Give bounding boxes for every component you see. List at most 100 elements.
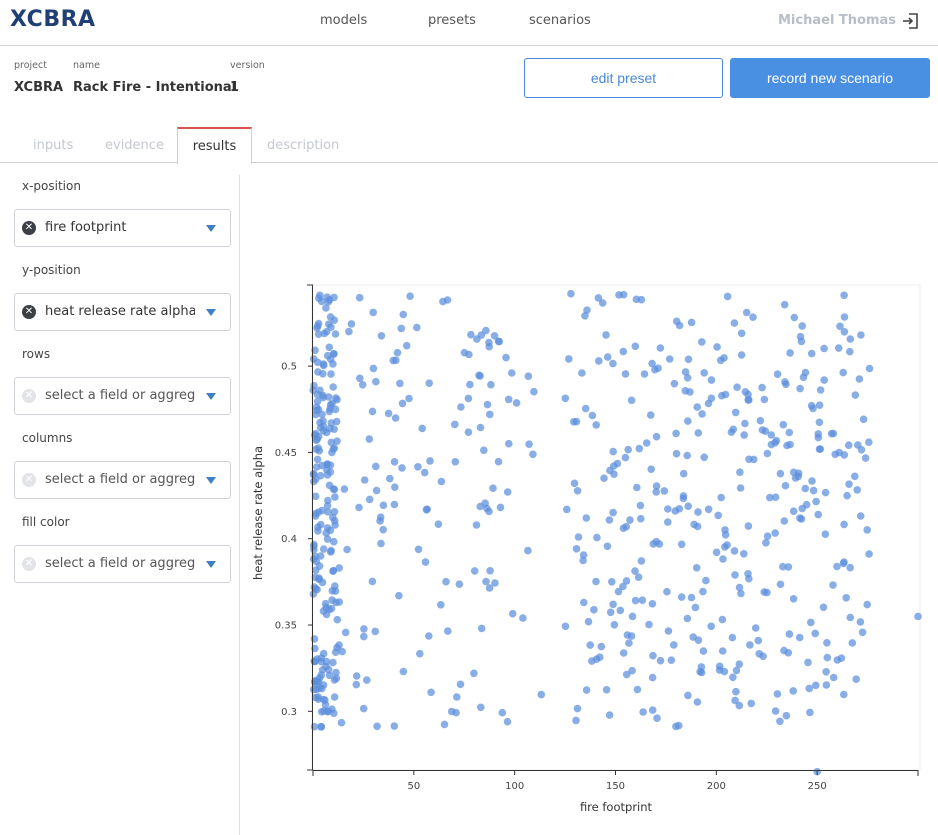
scatter-point — [592, 577, 600, 586]
scatter-point — [741, 388, 750, 396]
logout-icon[interactable] — [901, 11, 921, 31]
scatter-point — [372, 486, 381, 495]
scatter-point — [480, 446, 488, 455]
scatter-point — [329, 485, 338, 493]
clear-icon[interactable]: ✕ — [22, 305, 36, 319]
nav-models[interactable]: models — [320, 13, 367, 28]
y-axis-title: heat release rate alpha — [251, 446, 265, 580]
tab-description[interactable]: description — [267, 138, 339, 153]
scatter-point — [605, 711, 614, 719]
scatter-point — [809, 486, 818, 495]
scatter-point — [603, 353, 612, 361]
scatter-point — [637, 557, 646, 565]
edit-preset-button[interactable]: edit preset — [524, 58, 723, 98]
scatter-point — [779, 420, 788, 429]
rows-select[interactable]: ✕ select a field or aggregate — [14, 377, 231, 415]
scatter-point — [863, 600, 871, 609]
x-position-select[interactable]: ✕ fire footprint — [14, 209, 231, 247]
scatter-point — [405, 394, 413, 403]
record-new-scenario-button[interactable]: record new scenario — [730, 58, 930, 98]
scatter-point — [692, 564, 701, 572]
x-tick-label: 200 — [707, 781, 726, 792]
scatter-point — [652, 482, 661, 490]
scatter-point — [372, 462, 380, 471]
scatter-point — [605, 516, 614, 524]
scatter-point — [512, 399, 521, 407]
tab-results[interactable]: results — [177, 127, 252, 164]
clear-icon[interactable]: ✕ — [22, 221, 36, 235]
scatter-point — [627, 396, 636, 405]
scatter-point — [729, 673, 737, 682]
scatter-point — [798, 322, 806, 330]
scatter-point — [573, 487, 582, 495]
scatter-point — [608, 578, 616, 586]
scatter-point — [372, 377, 380, 386]
tab-inputs[interactable]: inputs — [33, 138, 73, 153]
columns-placeholder: select a field or aggregate — [45, 472, 195, 487]
scatter-point — [730, 319, 739, 327]
scatter-point — [314, 523, 322, 531]
scatter-point — [331, 493, 339, 501]
scatter-point — [735, 701, 744, 710]
scatter-point — [328, 596, 336, 604]
nav-presets[interactable]: presets — [428, 13, 476, 28]
chevron-down-icon[interactable] — [206, 477, 216, 484]
scatter-point — [322, 603, 330, 612]
scatter-point — [848, 639, 857, 647]
scatter-chart[interactable]: 50 100 150 200 250 0.3 0.35 0.4 0.45 0.5 fire foo… — [250, 280, 938, 830]
scatter-point — [323, 535, 332, 543]
scatter-point — [731, 408, 740, 417]
scatter-point — [820, 344, 828, 353]
scatter-point — [846, 563, 854, 572]
columns-select[interactable]: ✕ select a field or aggregate — [14, 461, 231, 499]
chevron-down-icon[interactable] — [206, 561, 216, 568]
nav-scenarios[interactable]: scenarios — [529, 13, 591, 28]
scatter-point — [329, 513, 337, 522]
scatter-point — [631, 342, 640, 351]
scatter-point — [328, 448, 336, 457]
scatter-point — [836, 322, 844, 331]
scatter-point — [505, 439, 513, 448]
scatter-point — [465, 350, 473, 359]
scatter-point — [426, 457, 434, 465]
brand-logo[interactable]: XCBRA — [10, 7, 96, 32]
scatter-point — [324, 320, 333, 328]
clear-icon[interactable]: ✕ — [22, 389, 36, 403]
scatter-point — [856, 512, 865, 520]
scatter-point — [718, 647, 727, 655]
scatter-point — [677, 540, 686, 549]
y-position-select[interactable]: ✕ heat release rate alpha — [14, 293, 231, 331]
scatter-point — [602, 331, 610, 339]
scatter-point — [592, 655, 601, 663]
scatter-point — [588, 411, 597, 420]
scatter-point — [645, 620, 653, 629]
scatter-point — [456, 680, 465, 689]
scatter-point — [763, 532, 772, 540]
clear-icon[interactable]: ✕ — [22, 557, 36, 571]
scatter-point — [646, 411, 655, 419]
scatter-point — [495, 337, 503, 346]
scatter-point — [702, 576, 710, 585]
scatter-point — [633, 685, 642, 694]
fill-color-select[interactable]: ✕ select a field or aggregate — [14, 545, 231, 583]
scatter-point — [561, 394, 570, 403]
chevron-down-icon[interactable] — [206, 225, 216, 232]
clear-icon[interactable]: ✕ — [22, 473, 36, 487]
scatter-point — [316, 418, 324, 427]
plot-area — [311, 284, 921, 771]
scatter-point — [467, 330, 475, 339]
x-position-label: x-position — [22, 179, 81, 193]
scatter-point — [914, 612, 922, 621]
scatter-point — [398, 464, 406, 472]
scatter-point — [406, 292, 414, 300]
tab-evidence[interactable]: evidence — [105, 138, 164, 153]
scatter-point — [796, 332, 805, 341]
scatter-point — [368, 407, 377, 416]
scatter-point — [721, 531, 730, 539]
scatter-point — [396, 379, 404, 388]
chevron-down-icon[interactable] — [206, 309, 216, 316]
scatter-point — [822, 681, 831, 689]
scatter-point — [312, 509, 320, 518]
chevron-down-icon[interactable] — [206, 393, 216, 400]
scatter-point — [785, 428, 794, 437]
